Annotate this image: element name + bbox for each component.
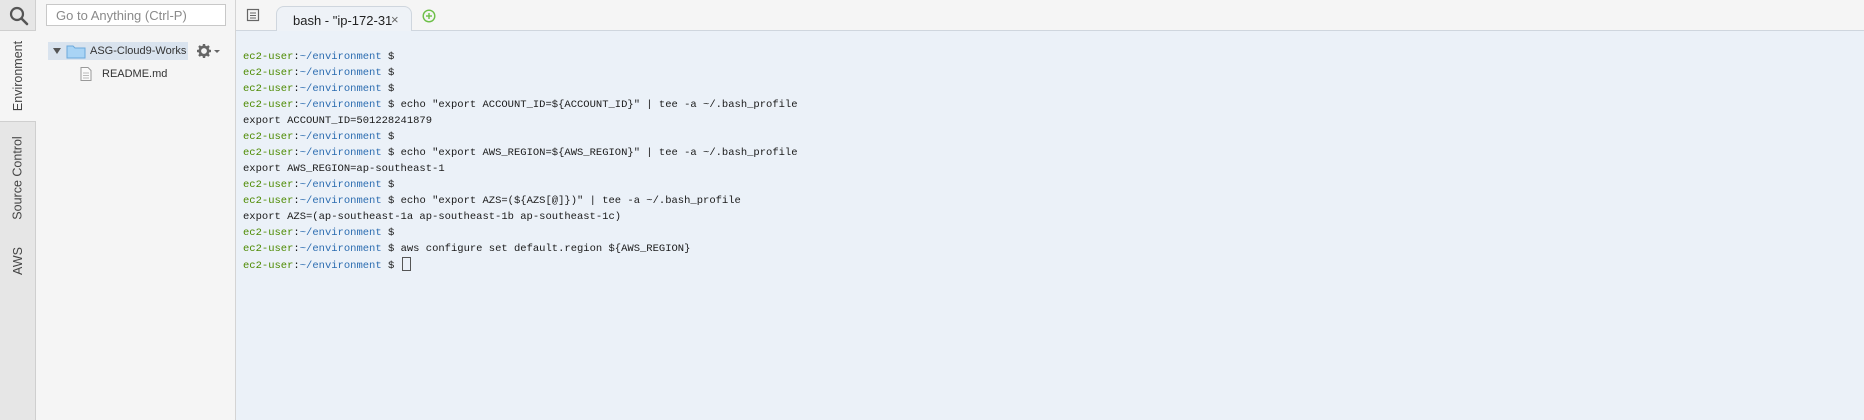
prompt-path: ~/environment xyxy=(299,179,382,191)
prompt-user: ec2-user xyxy=(243,131,294,143)
prompt-symbol: $ xyxy=(381,243,401,255)
terminal-prompt-line: ec2-user:~/environment $ echo "export AC… xyxy=(243,97,1864,113)
prompt-symbol: $ xyxy=(381,147,401,159)
prompt-user: ec2-user xyxy=(243,260,294,272)
tree-root-folder-label: ASG-Cloud9-Worksh xyxy=(90,45,186,57)
tab-terminal[interactable]: bash - "ip-172-31 × xyxy=(276,6,412,32)
tab-aws-label: AWS xyxy=(10,246,25,276)
tab-terminal-label: bash - "ip-172-31 xyxy=(293,13,393,28)
terminal-prompt-line: ec2-user:~/environment $ echo "export AZ… xyxy=(243,193,1864,209)
terminal-prompt-line: ec2-user:~/environment $ xyxy=(243,49,1864,65)
terminal-cursor xyxy=(401,257,411,271)
tab-source-control[interactable]: Source Control xyxy=(0,124,36,232)
tab-environment[interactable]: Environment xyxy=(0,30,37,122)
tab-menu-icon[interactable] xyxy=(246,8,260,22)
prompt-symbol: $ xyxy=(381,195,401,207)
side-tab-strip: Environment Source Control AWS xyxy=(0,0,37,420)
prompt-path: ~/environment xyxy=(299,243,382,255)
prompt-path: ~/environment xyxy=(299,147,382,159)
terminal-command: aws configure set default.region ${AWS_R… xyxy=(400,243,691,255)
go-to-anything-input[interactable] xyxy=(46,4,226,26)
file-tree-panel: ASG-Cloud9-Worksh README.md xyxy=(36,0,236,420)
prompt-user: ec2-user xyxy=(243,147,294,159)
prompt-user: ec2-user xyxy=(243,99,294,111)
tab-source-control-label: Source Control xyxy=(11,136,25,220)
folder-icon xyxy=(66,45,86,58)
prompt-symbol: $ xyxy=(381,51,401,63)
prompt-path: ~/environment xyxy=(299,99,382,111)
prompt-user: ec2-user xyxy=(243,195,294,207)
gear-icon[interactable] xyxy=(196,43,222,59)
terminal-output[interactable]: ec2-user:~/environment $ ec2-user:~/envi… xyxy=(236,31,1864,420)
prompt-symbol: $ xyxy=(381,83,401,95)
caret-down-icon[interactable] xyxy=(52,46,62,56)
tab-aws[interactable]: AWS xyxy=(0,236,36,286)
add-tab-icon[interactable] xyxy=(422,9,436,23)
terminal-command: echo "export AZS=(${AZS[@]})" | tee -a ~… xyxy=(400,195,741,207)
prompt-user: ec2-user xyxy=(243,51,294,63)
tab-environment-label: Environment xyxy=(11,40,26,112)
prompt-user: ec2-user xyxy=(243,243,294,255)
terminal-prompt-line: ec2-user:~/environment $ xyxy=(243,129,1864,145)
prompt-path: ~/environment xyxy=(299,67,382,79)
prompt-path: ~/environment xyxy=(299,195,382,207)
prompt-user: ec2-user xyxy=(243,179,294,191)
prompt-symbol: $ xyxy=(381,131,401,143)
terminal-prompt-line: ec2-user:~/environment $ xyxy=(243,65,1864,81)
prompt-user: ec2-user xyxy=(243,83,294,95)
editor-tab-bar: bash - "ip-172-31 × xyxy=(236,0,1864,32)
prompt-symbol: $ xyxy=(381,67,401,79)
prompt-path: ~/environment xyxy=(299,51,382,63)
terminal-output-line: export ACCOUNT_ID=501228241879 xyxy=(243,115,433,127)
prompt-path: ~/environment xyxy=(299,227,382,239)
close-icon[interactable]: × xyxy=(391,12,399,27)
prompt-symbol: $ xyxy=(381,179,401,191)
prompt-path: ~/environment xyxy=(299,131,382,143)
terminal-prompt-line: ec2-user:~/environment $ xyxy=(243,177,1864,193)
terminal-prompt-line: ec2-user:~/environment $ xyxy=(243,225,1864,241)
file-icon xyxy=(80,67,92,81)
terminal-command: echo "export AWS_REGION=${AWS_REGION}" |… xyxy=(400,147,798,159)
terminal-output-line: export AWS_REGION=ap-southeast-1 xyxy=(243,163,445,175)
terminal-prompt-line: ec2-user:~/environment $ aws configure s… xyxy=(243,241,1864,257)
tree-file-label: README.md xyxy=(102,68,168,80)
prompt-symbol: $ xyxy=(381,260,401,272)
terminal-prompt-line: ec2-user:~/environment $ xyxy=(243,81,1864,97)
prompt-path: ~/environment xyxy=(299,83,382,95)
tree-file-readme[interactable]: README.md xyxy=(80,66,167,82)
prompt-path: ~/environment xyxy=(299,260,382,272)
prompt-user: ec2-user xyxy=(243,67,294,79)
terminal-prompt-line: ec2-user:~/environment $ echo "export AW… xyxy=(243,145,1864,161)
terminal-output-line: export AZS=(ap-southeast-1a ap-southeast… xyxy=(243,211,622,223)
prompt-user: ec2-user xyxy=(243,227,294,239)
prompt-symbol: $ xyxy=(381,99,401,111)
terminal-prompt-line: ec2-user:~/environment $ xyxy=(243,257,1864,273)
prompt-symbol: $ xyxy=(381,227,401,239)
terminal-command: echo "export ACCOUNT_ID=${ACCOUNT_ID}" |… xyxy=(400,99,798,111)
tree-root-folder[interactable]: ASG-Cloud9-Worksh xyxy=(48,42,188,60)
search-icon[interactable] xyxy=(6,4,30,28)
